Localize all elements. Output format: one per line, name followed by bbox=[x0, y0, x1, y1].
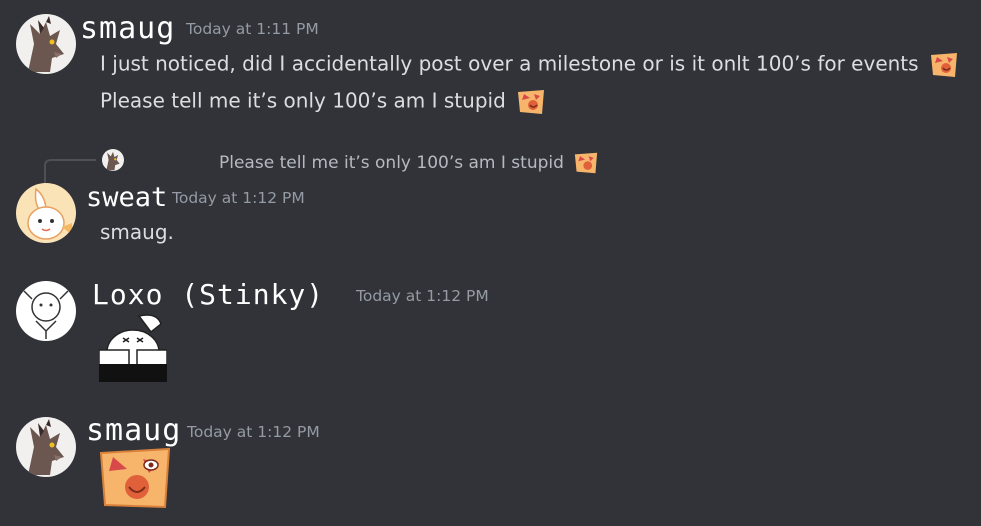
timestamp[interactable]: Today at 1:11 PM bbox=[186, 21, 319, 38]
username[interactable]: sweat bbox=[86, 184, 167, 211]
sketch-creature-avatar-icon bbox=[16, 281, 76, 341]
message-text: Please tell me it’s only 100’s am I stup… bbox=[100, 88, 506, 113]
username[interactable]: smaug bbox=[86, 416, 181, 446]
sticker[interactable] bbox=[99, 447, 171, 515]
dragon-avatar-icon bbox=[102, 149, 124, 171]
bunny-facepalm-sticker-icon bbox=[98, 314, 168, 383]
reply-avatar[interactable] bbox=[102, 149, 124, 171]
dragon-avatar-icon bbox=[16, 417, 76, 477]
panic-face-emoji-large-icon bbox=[99, 447, 171, 509]
panic-face-emoji-icon[interactable] bbox=[516, 88, 546, 116]
avatar-smaug[interactable] bbox=[16, 14, 76, 74]
bunny-avatar-icon bbox=[16, 183, 76, 243]
avatar-smaug[interactable] bbox=[16, 417, 76, 477]
dragon-avatar-icon bbox=[16, 14, 76, 74]
timestamp[interactable]: Today at 1:12 PM bbox=[356, 288, 489, 305]
timestamp[interactable]: Today at 1:12 PM bbox=[187, 424, 320, 441]
username[interactable]: Loxo (Stinky) bbox=[92, 281, 324, 309]
avatar-sweat[interactable] bbox=[16, 183, 76, 243]
message-text: smaug. bbox=[100, 220, 174, 244]
message-line: I just noticed, did I accidentally post … bbox=[100, 51, 959, 79]
message-line: Please tell me it’s only 100’s am I stup… bbox=[100, 88, 546, 116]
panic-face-emoji-icon[interactable] bbox=[929, 51, 959, 79]
timestamp[interactable]: Today at 1:12 PM bbox=[172, 190, 305, 207]
reply-connector bbox=[44, 159, 96, 184]
reply-preview[interactable]: Please tell me it’s only 100’s am I stup… bbox=[219, 151, 599, 175]
sticker[interactable] bbox=[98, 312, 168, 386]
avatar-loxo[interactable] bbox=[16, 281, 76, 341]
reply-text: Please tell me it’s only 100’s am I stup… bbox=[219, 153, 564, 173]
message-text: I just noticed, did I accidentally post … bbox=[100, 51, 919, 76]
panic-face-emoji-icon bbox=[575, 152, 598, 174]
username[interactable]: smaug bbox=[80, 14, 175, 44]
